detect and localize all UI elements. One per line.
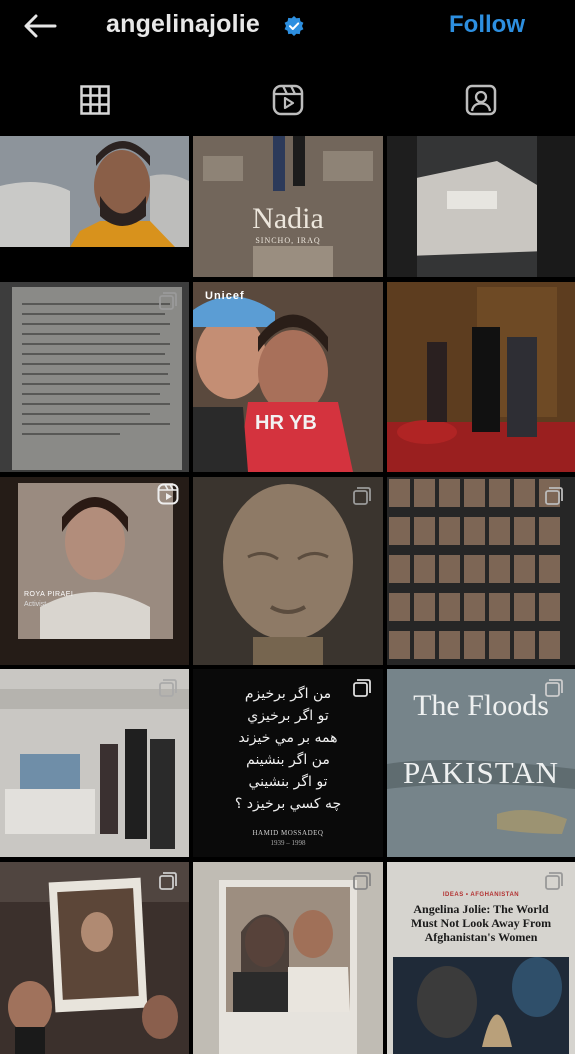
profile-header: angelinajolie Follow xyxy=(0,0,575,55)
back-button[interactable] xyxy=(20,8,60,44)
post-image xyxy=(387,477,575,665)
post-thumbnail[interactable] xyxy=(193,862,383,1054)
post-image xyxy=(0,477,189,665)
poem-text: من اگر برخیزم تو اگر برخیزي همه بر مي خي… xyxy=(234,686,342,812)
post-thumbnail[interactable] xyxy=(387,282,575,472)
post-thumbnail[interactable] xyxy=(387,136,575,277)
posts-grid: Nadia SINCHO, IRAQ Unicef HR YB ROYA PIR… xyxy=(0,136,575,1054)
post-image xyxy=(193,282,383,472)
role-caption: Activist xyxy=(24,601,47,608)
post-image xyxy=(387,862,575,1054)
name-caption: ROYA PIRAEI xyxy=(24,591,74,598)
verified-badge-icon xyxy=(284,16,304,36)
post-image xyxy=(387,136,575,277)
back-arrow-icon xyxy=(24,14,57,38)
poem-author: HAMID MOSSADEQ xyxy=(252,829,324,837)
carousel-icon xyxy=(159,292,177,310)
carousel-icon xyxy=(545,679,563,697)
post-image xyxy=(0,862,189,1054)
profile-tabs xyxy=(0,78,575,128)
post-thumbnail[interactable] xyxy=(0,136,189,247)
carousel-icon xyxy=(353,487,371,505)
post-thumbnail[interactable] xyxy=(0,282,189,472)
post-thumbnail[interactable] xyxy=(193,477,383,665)
post-thumbnail[interactable]: Unicef HR YB xyxy=(193,282,383,472)
post-image xyxy=(0,136,189,247)
post-thumbnail[interactable] xyxy=(387,477,575,665)
tab-reels[interactable] xyxy=(268,78,308,122)
article-headline: Angelina Jolie: The World Must Not Look … xyxy=(410,902,552,944)
post-thumbnail[interactable]: IDEAS • AFGHANISTAN Angelina Jolie: The … xyxy=(387,862,575,1054)
follow-button[interactable]: Follow xyxy=(449,11,525,39)
post-subtitle: PAKISTAN xyxy=(403,755,559,790)
carousel-icon xyxy=(545,872,563,890)
tab-tagged[interactable] xyxy=(461,78,501,122)
carousel-icon xyxy=(159,872,177,890)
reels-icon xyxy=(272,84,304,116)
post-thumbnail[interactable] xyxy=(0,862,189,1054)
post-image xyxy=(387,282,575,472)
post-title: Nadia xyxy=(252,202,324,235)
post-subtitle: SINCHO, IRAQ xyxy=(255,236,321,245)
profile-username: angelinajolie xyxy=(106,10,261,38)
grid-icon xyxy=(80,85,110,115)
tagged-icon xyxy=(465,84,497,116)
post-image xyxy=(0,282,189,472)
post-thumbnail[interactable] xyxy=(0,669,189,857)
carousel-icon xyxy=(545,487,563,505)
post-image xyxy=(0,669,189,857)
post-image xyxy=(193,477,383,665)
article-kicker: IDEAS • AFGHANISTAN xyxy=(442,892,520,898)
tab-posts-grid[interactable] xyxy=(75,78,115,122)
shirt-text: HR YB xyxy=(255,412,317,434)
post-thumbnail[interactable]: The Floods PAKISTAN xyxy=(387,669,575,857)
carousel-icon xyxy=(353,872,371,890)
post-thumbnail[interactable]: Nadia SINCHO, IRAQ xyxy=(193,136,383,277)
carousel-icon xyxy=(159,679,177,697)
post-thumbnail[interactable]: من اگر برخیزم تو اگر برخیزي همه بر مي خي… xyxy=(193,669,383,857)
poem-years: 1939 – 1998 xyxy=(270,839,306,847)
post-image xyxy=(193,862,383,1054)
post-thumbnail[interactable]: ROYA PIRAEI Activist xyxy=(0,477,189,665)
reel-icon xyxy=(157,483,179,505)
carousel-icon xyxy=(353,679,371,697)
cap-logo-text: Unicef xyxy=(205,290,245,302)
